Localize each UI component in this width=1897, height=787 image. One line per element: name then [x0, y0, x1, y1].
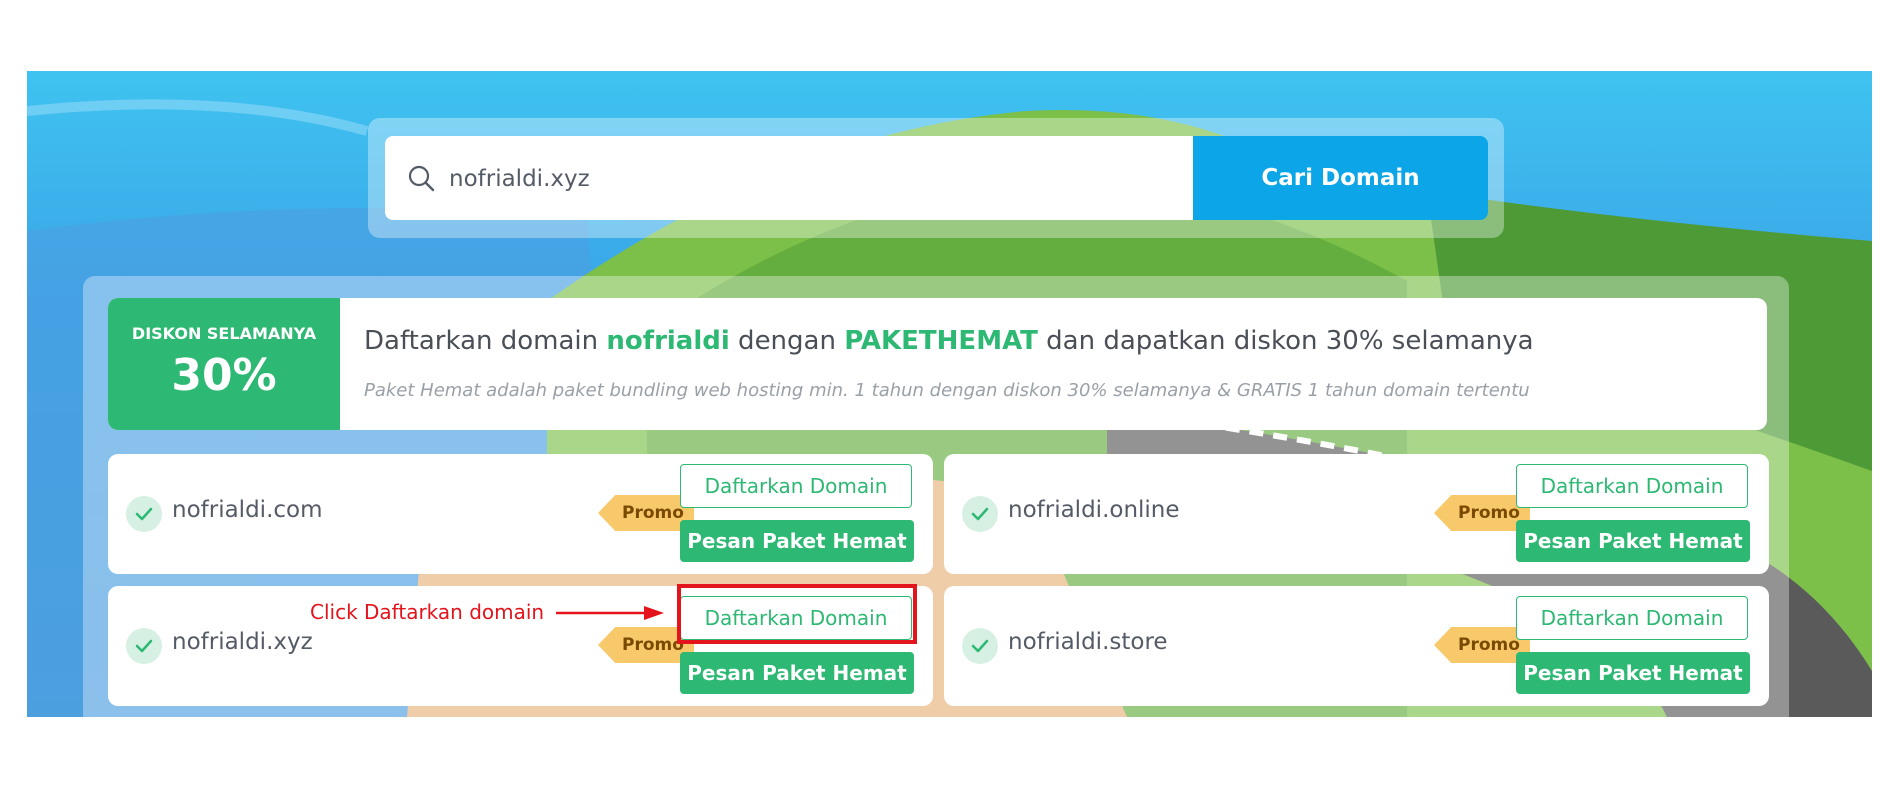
domain-result-card: nofrialdi.com Promo Daftarkan Domain Pes… [108, 454, 933, 574]
banner-title-domain: nofrialdi [606, 326, 730, 356]
banner-title-suffix: dan dapatkan diskon 30% selamanya [1037, 326, 1534, 356]
search-bar-container: Cari Domain [368, 118, 1504, 238]
order-package-button[interactable]: Pesan Paket Hemat [1516, 520, 1750, 562]
discount-label: DISKON SELAMANYA [131, 324, 317, 343]
banner-title: Daftarkan domain nofrialdi dengan PAKETH… [364, 326, 1534, 356]
available-check-icon [962, 496, 998, 532]
search-field-wrapper [385, 136, 1193, 222]
banner-title-middle: dengan [729, 326, 845, 356]
available-check-icon [126, 496, 162, 532]
discount-banner: DISKON SELAMANYA 30% Daftarkan domain no… [108, 298, 1767, 430]
available-check-icon [126, 628, 162, 664]
order-package-button[interactable]: Pesan Paket Hemat [680, 652, 914, 694]
search-domain-button[interactable]: Cari Domain [1193, 136, 1488, 220]
banner-subtitle: Paket Hemat adalah paket bundling web ho… [364, 380, 1530, 401]
banner-title-prefix: Daftarkan domain [364, 326, 607, 356]
domain-name: nofrialdi.xyz [172, 629, 313, 655]
domain-search-input[interactable] [447, 136, 1171, 222]
banner-title-package: PAKETHEMAT [844, 326, 1038, 356]
order-package-button[interactable]: Pesan Paket Hemat [680, 520, 914, 562]
domain-name: nofrialdi.store [1008, 629, 1168, 655]
promo-tag-label: Promo [622, 635, 684, 655]
register-domain-button[interactable]: Daftarkan Domain [1516, 596, 1748, 640]
annotation-arrow-icon [556, 606, 664, 620]
discount-badge: DISKON SELAMANYA 30% [108, 298, 340, 430]
domain-result-card: nofrialdi.online Promo Daftarkan Domain … [944, 454, 1769, 574]
register-domain-button[interactable]: Daftarkan Domain [680, 464, 912, 508]
available-check-icon [962, 628, 998, 664]
register-domain-button[interactable]: Daftarkan Domain [1516, 464, 1748, 508]
order-package-button[interactable]: Pesan Paket Hemat [1516, 652, 1750, 694]
domain-name: nofrialdi.online [1008, 497, 1180, 523]
annotation-highlight-box [677, 584, 917, 644]
search-icon [408, 165, 435, 192]
domain-name: nofrialdi.com [172, 497, 323, 523]
promo-tag-label: Promo [1458, 635, 1520, 655]
discount-value: 30% [171, 350, 277, 401]
annotation-text: Click Daftarkan domain [310, 600, 545, 624]
promo-tag-label: Promo [622, 503, 684, 523]
promo-tag-label: Promo [1458, 503, 1520, 523]
domain-result-card: nofrialdi.store Promo Daftarkan Domain P… [944, 586, 1769, 706]
